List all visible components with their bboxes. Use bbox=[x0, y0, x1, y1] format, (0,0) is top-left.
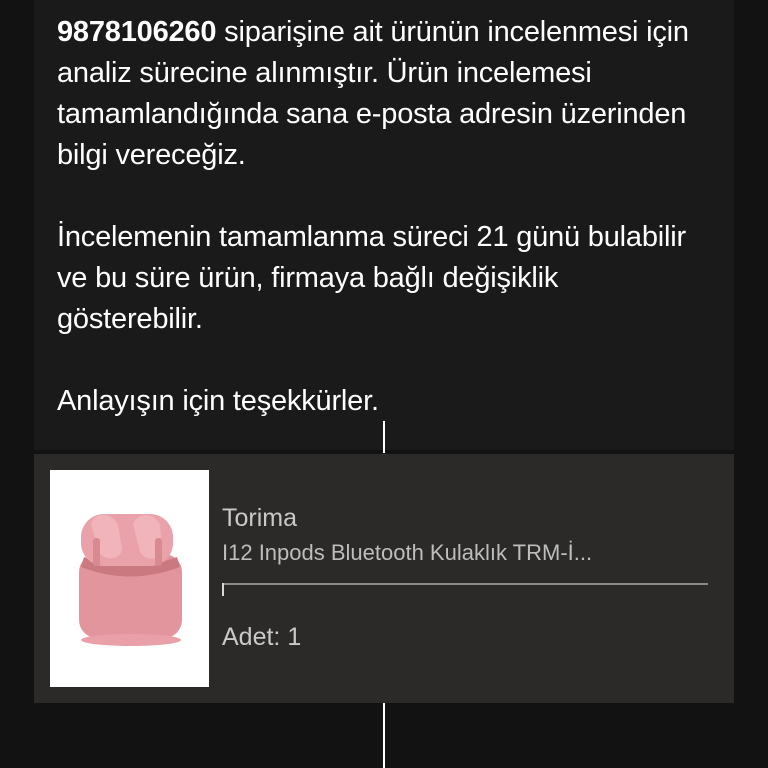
product-image[interactable] bbox=[50, 470, 209, 687]
return-message: 9878106260 siparişine ait ürünün incelen… bbox=[57, 12, 697, 422]
order-number: 9878106260 bbox=[57, 16, 217, 48]
product-name: I12 Inpods Bluetooth Kulaklık TRM-İ... bbox=[222, 540, 593, 565]
message-paragraph-thanks: Anlayışın için teşekkürler. bbox=[57, 385, 379, 417]
message-paragraph-order: 9878106260 siparişine ait ürünün incelen… bbox=[57, 12, 697, 176]
divider-tick bbox=[222, 583, 224, 596]
timeline-connector-top bbox=[383, 421, 385, 453]
message-paragraph-duration: İncelemenin tamamlanma süreci 21 günü bu… bbox=[57, 221, 686, 335]
product-card[interactable]: Torima I12 Inpods Bluetooth Kulaklık TRM… bbox=[34, 454, 734, 703]
product-quantity: Adet: 1 bbox=[222, 623, 302, 651]
product-divider bbox=[222, 583, 708, 585]
timeline-connector-bottom bbox=[383, 703, 385, 768]
pink-wireless-earbuds-case-icon bbox=[50, 470, 209, 687]
product-brand: Torima bbox=[222, 504, 298, 532]
return-status-screen: 9878106260 siparişine ait ürünün incelen… bbox=[0, 0, 768, 768]
product-info: Torima I12 Inpods Bluetooth Kulaklık TRM… bbox=[222, 502, 712, 568]
